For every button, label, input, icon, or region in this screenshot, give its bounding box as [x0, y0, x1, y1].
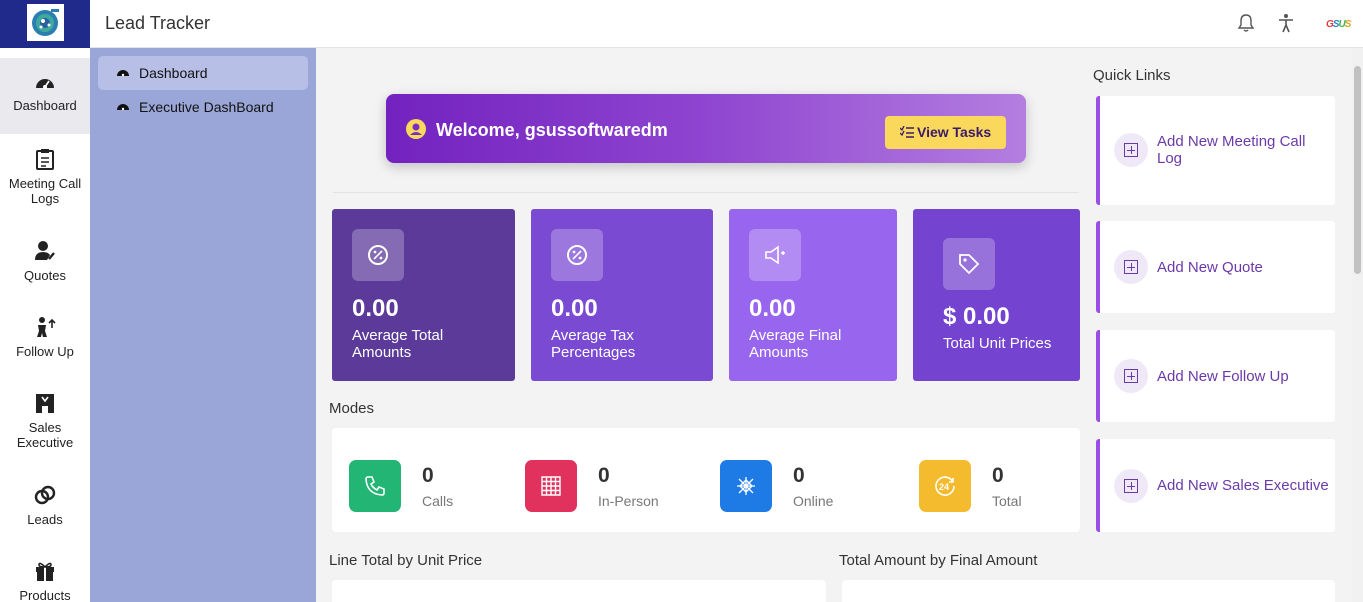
quick-link-follow-up[interactable]: Add New Follow Up [1096, 330, 1335, 422]
gauge-icon [117, 70, 129, 77]
quick-link-label: Add New Quote [1157, 259, 1263, 276]
chart-title-total-amount: Total Amount by Final Amount [839, 552, 1038, 569]
clipboard-icon [36, 149, 54, 170]
chart-card-line-total [332, 580, 826, 602]
quick-link-label: Add New Meeting Call Log [1157, 133, 1306, 167]
phone-icon [349, 460, 401, 512]
stat-label: Average Tax Percentages [551, 327, 636, 361]
view-tasks-label: View Tasks [917, 124, 992, 140]
rail-item-leads[interactable]: Leads [0, 484, 90, 532]
svg-text:24: 24 [939, 482, 949, 492]
percent-icon [352, 229, 404, 281]
rail-item-label: Dashboard [13, 98, 77, 113]
stat-card-average-final-amounts: 0.00 Average Final Amounts [729, 209, 897, 381]
brand-logo: GSUS [1325, 16, 1355, 33]
plus-square-icon [1114, 359, 1148, 393]
gauge-icon [36, 79, 54, 89]
rail-item-label: Quotes [24, 268, 66, 283]
mode-label: Calls [422, 493, 454, 509]
rail-item-label: Meeting Call Logs [8, 176, 82, 206]
mode-value: 0 [793, 464, 805, 487]
modes-title: Modes [329, 400, 375, 417]
rail-item-label: Leads [27, 512, 63, 527]
scrollbar-thumb[interactable] [1354, 66, 1361, 274]
mode-value: 0 [992, 464, 1004, 487]
rail-item-quotes[interactable]: Quotes [0, 240, 90, 288]
stat-label: Total Unit Prices [943, 335, 1052, 352]
mode-label: In-Person [598, 493, 659, 509]
mode-value: 0 [598, 464, 610, 487]
top-bar: Lead Tracker GSUS [0, 0, 1363, 48]
rail-item-meeting-call-logs[interactable]: Meeting Call Logs [0, 148, 90, 218]
stat-card-average-tax-percentages: 0.00 Average Tax Percentages [531, 209, 713, 381]
gauge-icon [117, 104, 129, 111]
stat-value: 0.00 [551, 295, 598, 322]
modes-card: 0 Calls 0 In-Person 0 Online 24 0 Total [332, 428, 1080, 532]
stat-value: 0.00 [749, 295, 796, 322]
logo-area[interactable] [0, 0, 90, 48]
rail-item-label: Sales Executive [16, 420, 74, 450]
quick-link-meeting-call-log[interactable]: Add New Meeting Call Log [1096, 96, 1335, 205]
user-circle-icon [406, 119, 426, 139]
rail-item-dashboard[interactable]: Dashboard [0, 58, 90, 134]
mode-value: 0 [422, 464, 434, 487]
task-list-icon [900, 126, 914, 138]
plus-square-icon [1114, 250, 1148, 284]
submenu-item-executive-dashboard[interactable]: Executive DashBoard [98, 90, 308, 124]
mode-label: Online [793, 493, 834, 509]
rail-item-label: Products [19, 588, 71, 602]
stat-card-total-unit-prices: $ 0.00 Total Unit Prices [913, 209, 1080, 381]
person-up-icon [37, 317, 56, 337]
percent-icon [551, 229, 603, 281]
quick-link-sales-executive[interactable]: Add New Sales Executive [1096, 439, 1335, 532]
accessibility-icon[interactable] [1275, 12, 1297, 34]
hours-24-icon: 24 [919, 460, 971, 512]
rail-item-label: Follow Up [16, 344, 74, 359]
quick-links-title: Quick Links [1093, 67, 1171, 84]
svg-text:GSUS: GSUS [1326, 19, 1352, 30]
executive-icon [36, 394, 54, 413]
app-title: Lead Tracker [105, 13, 211, 33]
stat-card-average-total-amounts: 0.00 Average Total Amounts [332, 209, 515, 381]
stat-value: $ 0.00 [943, 303, 1010, 330]
quick-link-label: Add New Sales Executive [1157, 477, 1329, 494]
stat-value: 0.00 [352, 295, 399, 322]
rail-item-follow-up[interactable]: Follow Up [0, 316, 90, 364]
divider [333, 192, 1079, 193]
stat-label: Average Total Amounts [352, 327, 444, 361]
chart-card-total-amount [842, 580, 1335, 602]
megaphone-icon [749, 229, 801, 281]
user-edit-icon [35, 241, 55, 260]
chart-title-line-total: Line Total by Unit Price [329, 552, 483, 569]
link-icon [34, 485, 56, 505]
rail-item-products[interactable]: Products [0, 560, 90, 602]
submenu-item-dashboard[interactable]: Dashboard [98, 56, 308, 90]
welcome-banner: Welcome, gsussoftwaredm View Tasks [386, 94, 1026, 163]
submenu-item-label: Executive DashBoard [139, 99, 274, 115]
web-icon [720, 460, 772, 512]
stat-label: Average Final Amounts [749, 327, 842, 361]
gift-icon [36, 562, 54, 581]
tag-icon [943, 238, 995, 290]
rail-item-sales-executive[interactable]: Sales Executive [0, 392, 90, 456]
plus-square-icon [1114, 133, 1148, 167]
view-tasks-button[interactable]: View Tasks [885, 116, 1006, 149]
submenu-item-label: Dashboard [139, 65, 208, 81]
quick-link-label: Add New Follow Up [1157, 368, 1289, 385]
welcome-message: Welcome, gsussoftwaredm [436, 120, 668, 140]
app-logo [27, 4, 64, 41]
mode-label: Total [992, 493, 1022, 509]
primary-nav: Dashboard Meeting Call Logs Quotes Follo… [0, 48, 90, 602]
bell-icon[interactable] [1235, 12, 1257, 34]
plus-square-icon [1114, 469, 1148, 503]
quick-link-quote[interactable]: Add New Quote [1096, 221, 1335, 313]
secondary-nav: Dashboard Executive DashBoard [90, 48, 316, 602]
page-scrollbar[interactable] [1352, 48, 1363, 602]
grid-icon [525, 460, 577, 512]
